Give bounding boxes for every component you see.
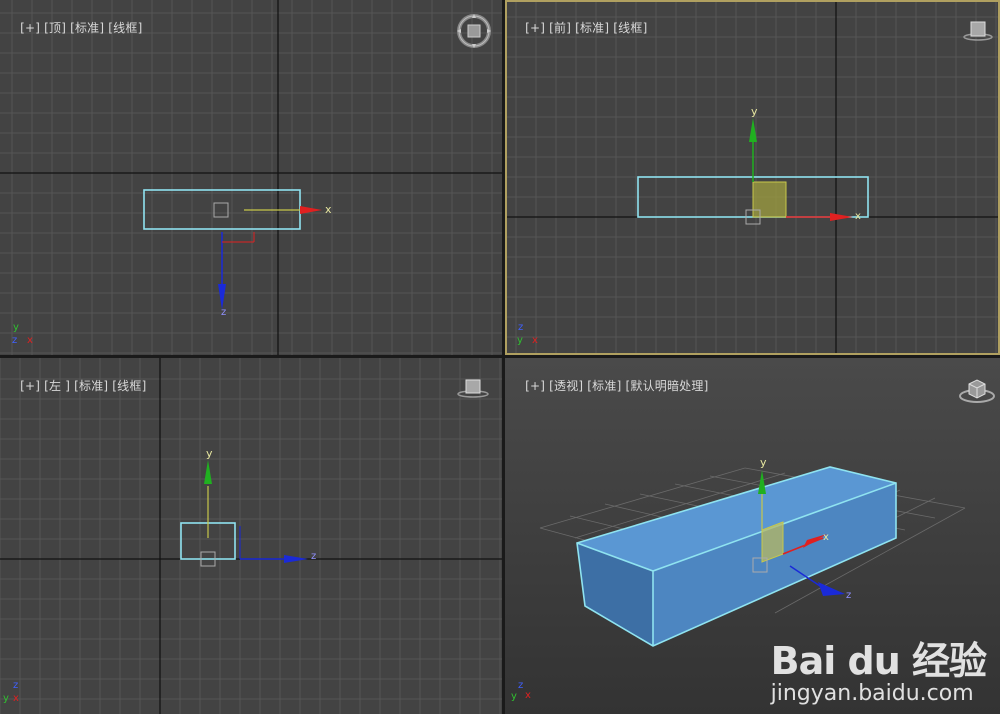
transform-gizmo[interactable] [218,206,322,310]
y-arrow [204,460,212,484]
viewport-front-canvas[interactable]: y x z y x [505,0,1000,355]
pivot-marker [213,202,229,218]
viewport-plus-menu[interactable]: [+] [20,21,40,35]
svg-text:y: y [511,691,517,702]
viewport-perspective[interactable]: y x z z y x [+] [透视] [标准] [默认明暗处理] Bai d… [505,358,1000,714]
viewport-mode-menu[interactable]: [线框] [108,21,142,35]
viewport-mode-menu[interactable]: [线框] [112,379,146,393]
viewport-top-canvas[interactable]: x z y z x [0,0,502,355]
gizmo-z-label: z [311,551,316,562]
z-arrow [818,582,845,596]
viewport-label: [+] [透视] [标准] [默认明暗处理] [509,363,708,408]
svg-text:y: y [3,693,9,704]
compass-ring-icon[interactable] [455,12,493,50]
gizmo-x-label: x [325,203,332,216]
viewport-label: [+] [左 ] [标准] [线框] [4,363,146,408]
grid [0,358,502,714]
viewport-front[interactable]: y x z y x [+] [前] [标准] [线框] [505,0,1000,355]
baidu-watermark: Bai du 经验 jingyan.baidu.com [770,630,987,706]
gizmo-y-label: y [206,447,213,460]
viewport-left-canvas[interactable]: y z z y x [0,358,502,714]
gizmo-x-label: x [823,532,829,543]
gizmo-z-label: z [846,590,851,601]
y-arrow [758,470,766,494]
viewport-pov-menu[interactable]: [前] [549,21,571,35]
corner-axes: z y x [517,322,538,346]
transform-gizmo[interactable] [200,460,308,567]
gizmo-z-label: z [221,307,226,318]
svg-text:y: y [517,335,523,346]
svg-text:x: x [532,335,538,346]
viewcube-icon[interactable] [456,378,490,400]
gizmo-y-label: y [760,456,767,469]
svg-text:x: x [27,335,33,346]
svg-text:y: y [13,322,19,333]
transform-gizmo[interactable] [745,118,853,225]
viewport-mode-menu[interactable]: [线框] [613,21,647,35]
x-arrow [830,213,853,221]
viewport-mode-menu[interactable]: [默认明暗处理] [625,379,708,393]
gizmo-x-label: x [855,211,861,222]
viewport-pov-menu[interactable]: [顶] [44,21,66,35]
viewport-label: [+] [顶] [标准] [线框] [4,5,142,50]
z-arrow [284,555,308,563]
viewport-shading-menu[interactable]: [标准] [587,379,621,393]
viewport-shading-menu[interactable]: [标准] [74,379,108,393]
viewport-shading-menu[interactable]: [标准] [70,21,104,35]
viewport-plus-menu[interactable]: [+] [525,21,545,35]
viewcube-icon[interactable] [962,18,994,44]
grid [0,0,502,355]
svg-text:z: z [12,335,17,346]
svg-text:z: z [13,680,18,691]
world-axes [0,358,502,714]
svg-text:x: x [525,690,531,701]
viewport-label: [+] [前] [标准] [线框] [509,5,647,50]
viewport-pov-menu[interactable]: [透视] [549,379,583,393]
svg-text:x: x [13,693,19,704]
viewport-pov-menu[interactable]: [左 ] [44,379,70,393]
box-mesh[interactable] [576,466,897,647]
viewport-plus-menu[interactable]: [+] [20,379,40,393]
corner-axes: z y x [511,680,531,702]
svg-text:z: z [518,680,523,691]
corner-axes: y z x [12,322,33,346]
viewcube-icon[interactable] [957,374,997,406]
viewport-shading-menu[interactable]: [标准] [575,21,609,35]
viewport-left[interactable]: y z z y x [+] [左 ] [标准] [线框] [0,358,502,714]
gizmo-y-label: y [751,105,758,118]
viewport-top[interactable]: x z y z x [+] [顶] [标准] [线框] [0,0,502,355]
gizmo-plane [752,181,787,218]
watermark-logo: Bai du 经验 [770,639,987,683]
watermark-url: jingyan.baidu.com [770,681,974,706]
svg-text:z: z [518,322,523,333]
corner-axes: z y x [3,680,19,704]
viewport-plus-menu[interactable]: [+] [525,379,545,393]
